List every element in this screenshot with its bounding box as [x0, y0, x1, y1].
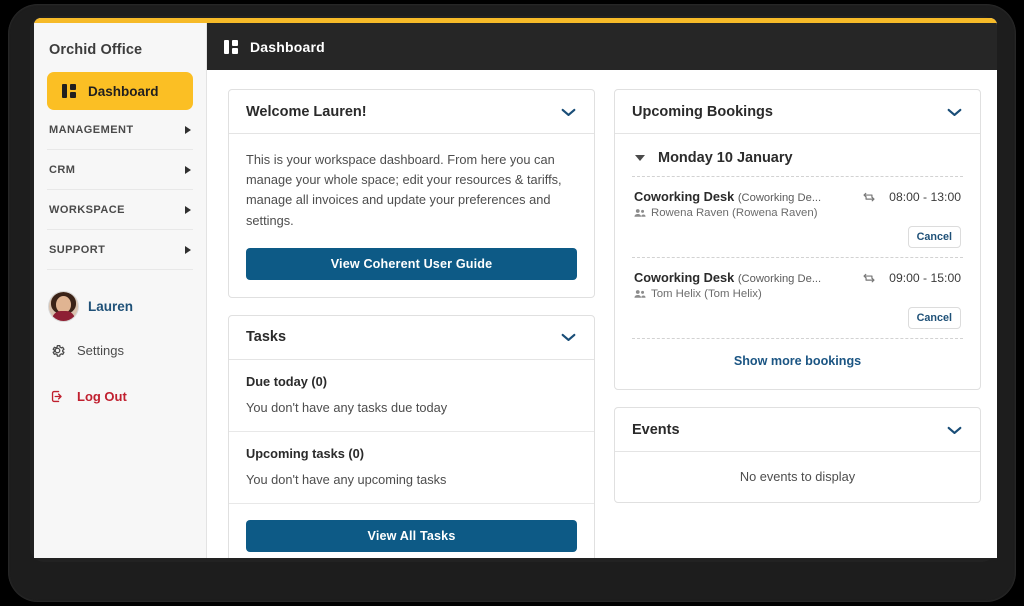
booking-person: Tom Helix (Tom Helix) — [634, 288, 854, 300]
sidebar: Orchid Office Dashboard MANAGEMENT CRM W… — [34, 23, 207, 558]
tasks-group-upcoming: Upcoming tasks (0) You don't have any up… — [229, 432, 594, 504]
booking-person: Rowena Raven (Rowena Raven) — [634, 207, 854, 219]
view-all-tasks-button[interactable]: View All Tasks — [246, 519, 577, 552]
left-column: Welcome Lauren! This is your workspace d… — [228, 89, 595, 558]
bookings-day-group-toggle[interactable]: Monday 10 January — [632, 148, 963, 176]
sidebar-section-management[interactable]: MANAGEMENT — [47, 110, 193, 150]
show-more-bookings-link[interactable]: Show more bookings — [734, 354, 861, 368]
sidebar-section-crm[interactable]: CRM — [47, 150, 193, 190]
page-title: Dashboard — [250, 38, 325, 55]
tasks-group-title: Upcoming tasks (0) — [246, 445, 365, 461]
sidebar-section-label: SUPPORT — [49, 243, 106, 256]
welcome-card-title: Welcome Lauren! — [246, 103, 367, 120]
sidebar-item-settings[interactable]: Settings — [47, 333, 193, 367]
booking-row: Coworking Desk (Coworking De... — [632, 176, 963, 257]
dashboard-content: Welcome Lauren! This is your workspace d… — [207, 70, 997, 558]
sidebar-item-dashboard[interactable]: Dashboard — [47, 72, 193, 110]
dashboard-icon — [62, 84, 77, 98]
events-card: Events No events to display — [614, 407, 981, 503]
tasks-card-title: Tasks — [246, 329, 287, 346]
sidebar-item-label: Dashboard — [88, 83, 159, 99]
events-card-title: Events — [632, 421, 680, 438]
upcoming-bookings-card: Upcoming Bookings Monday 10 January Cowo… — [614, 89, 981, 390]
booking-time: 09:00 - 15:00 — [889, 271, 961, 285]
welcome-text: This is your workspace dashboard. From h… — [246, 152, 562, 228]
chevron-down-icon[interactable] — [560, 107, 577, 117]
brand-title: Orchid Office — [49, 42, 143, 58]
right-column: Upcoming Bookings Monday 10 January Cowo… — [614, 89, 981, 503]
cancel-booking-button[interactable]: Cancel — [907, 307, 961, 329]
sidebar-section-workspace[interactable]: WORKSPACE — [47, 190, 193, 230]
gear-icon — [52, 344, 65, 357]
booking-resource: Coworking Desk (Coworking De... — [634, 189, 854, 204]
events-empty-text: No events to display — [739, 469, 856, 484]
bookings-list: Monday 10 January Coworking Desk (Cowork… — [615, 134, 980, 389]
welcome-card-body: This is your workspace dashboard. From h… — [229, 134, 594, 297]
booking-row: Coworking Desk (Coworking De... — [632, 257, 963, 338]
booking-resource-name: Coworking Desk — [634, 189, 735, 204]
tasks-group-empty-text: You don't have any upcoming tasks — [246, 471, 447, 487]
caret-right-icon — [185, 245, 191, 254]
page-header: Dashboard — [207, 23, 997, 70]
logout-icon — [51, 390, 62, 402]
tasks-card-footer: View All Tasks — [229, 504, 594, 558]
events-card-header[interactable]: Events — [615, 408, 980, 452]
sidebar-item-logout[interactable]: Log Out — [47, 379, 193, 413]
caret-right-icon — [185, 165, 191, 174]
chevron-down-icon[interactable] — [946, 107, 963, 117]
tasks-group-due-today: Due today (0) You don't have any tasks d… — [229, 360, 594, 432]
caret-down-icon — [635, 155, 645, 161]
booking-resource-detail: (Coworking De... — [737, 273, 822, 285]
sidebar-section-support[interactable]: SUPPORT — [47, 230, 193, 270]
window-body: Orchid Office Dashboard MANAGEMENT CRM W… — [34, 23, 997, 558]
booking-resource-detail: (Coworking De... — [737, 192, 822, 204]
main-column: Dashboard Welcome Lauren! This is your w — [207, 23, 997, 558]
tasks-group-title: Due today (0) — [246, 373, 328, 389]
tasks-card-header[interactable]: Tasks — [229, 316, 594, 360]
sidebar-section-label: MANAGEMENT — [49, 123, 134, 136]
repeat-icon — [863, 192, 875, 202]
tasks-group-empty-text: You don't have any tasks due today — [246, 399, 448, 415]
cancel-booking-button[interactable]: Cancel — [907, 226, 961, 248]
booking-person-name: Rowena Raven (Rowena Raven) — [651, 207, 818, 219]
booking-time: 08:00 - 13:00 — [889, 190, 961, 204]
caret-right-icon — [185, 205, 191, 214]
sidebar-item-label: Settings — [77, 342, 124, 358]
chevron-down-icon[interactable] — [560, 332, 577, 342]
tasks-card: Tasks Due today (0) You don't have any t… — [228, 314, 595, 558]
sidebar-user[interactable]: Lauren — [47, 270, 193, 321]
booking-resource: Coworking Desk (Coworking De... — [634, 270, 854, 285]
app-window: Orchid Office Dashboard MANAGEMENT CRM W… — [34, 18, 997, 558]
sidebar-section-label: CRM — [49, 163, 76, 176]
sidebar-item-label: Log Out — [77, 388, 127, 404]
avatar — [49, 292, 78, 321]
welcome-card: Welcome Lauren! This is your workspace d… — [228, 89, 595, 298]
sidebar-user-name: Lauren — [88, 299, 134, 314]
people-icon — [634, 209, 646, 217]
bookings-day-label: Monday 10 January — [658, 150, 793, 166]
bookings-card-title: Upcoming Bookings — [632, 103, 773, 120]
booking-resource-name: Coworking Desk — [634, 270, 735, 285]
dashboard-icon — [224, 39, 239, 54]
show-more-bookings-row: Show more bookings — [632, 338, 963, 384]
sidebar-section-label: WORKSPACE — [49, 203, 125, 216]
repeat-icon — [863, 273, 875, 283]
welcome-card-header[interactable]: Welcome Lauren! — [229, 90, 594, 134]
chevron-down-icon[interactable] — [946, 425, 963, 435]
booking-person-name: Tom Helix (Tom Helix) — [651, 288, 762, 300]
caret-right-icon — [185, 125, 191, 134]
bookings-card-header[interactable]: Upcoming Bookings — [615, 90, 980, 134]
people-icon — [634, 290, 646, 298]
view-user-guide-button[interactable]: View Coherent User Guide — [246, 247, 577, 280]
